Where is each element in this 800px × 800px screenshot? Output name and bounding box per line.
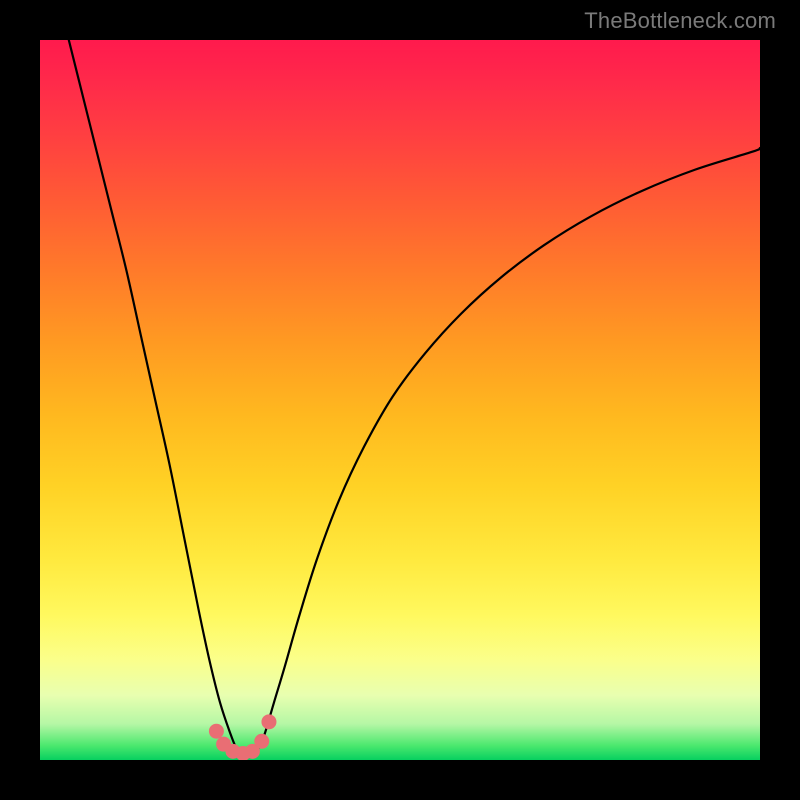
right-branch-curve	[256, 148, 760, 753]
valley-dot	[255, 734, 269, 748]
left-branch-curve	[69, 40, 238, 753]
chart-frame: TheBottleneck.com	[0, 0, 800, 800]
valley-dot	[209, 724, 223, 738]
curve-layer	[40, 40, 760, 760]
valley-dots	[209, 715, 276, 760]
valley-dot	[262, 715, 276, 729]
watermark-text: TheBottleneck.com	[584, 8, 776, 34]
